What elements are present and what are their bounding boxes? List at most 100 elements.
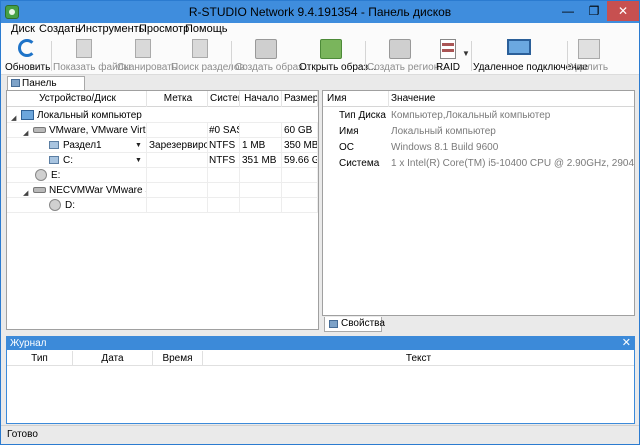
property-row[interactable]: Тип Диска Компьютер,Локальный компьютер	[323, 108, 634, 124]
tree-row[interactable]: ◢ VMware, VMware Virtual... #0 SAS 60 GB	[7, 123, 318, 138]
size-cell	[282, 198, 318, 213]
minimize-button[interactable]: —	[555, 1, 581, 21]
expand-arrow-icon[interactable]: ◢	[23, 186, 28, 197]
column-header-value[interactable]: Значение	[389, 91, 634, 107]
start-cell	[240, 198, 282, 213]
refresh-button[interactable]: Обновить	[5, 38, 50, 74]
search-partitions-icon	[192, 39, 208, 58]
tree-item-label: E:	[51, 170, 61, 181]
open-image-label: Открыть образ...	[299, 62, 377, 73]
toolbar-separator	[231, 41, 232, 71]
menu-disk[interactable]: Диск	[11, 23, 35, 36]
journal-close-icon[interactable]: ✕	[622, 337, 631, 350]
app-window: R-STUDIO Network 9.4.191354 - Панель дис…	[0, 0, 640, 445]
tree-row[interactable]: ◢ NECVMWar VMware SAT...	[7, 183, 318, 198]
property-value: Компьютер,Локальный компьютер	[391, 110, 551, 121]
tab-drives-panel[interactable]: Панель дисков	[7, 76, 85, 102]
menu-help[interactable]: Помощь	[185, 23, 228, 36]
column-header-time[interactable]: Время	[153, 351, 203, 366]
remote-connection-button[interactable]: Удаленное подключение	[473, 38, 588, 74]
column-header-size[interactable]: Размер	[282, 91, 318, 107]
column-header-label[interactable]: Метка	[147, 91, 208, 107]
device-tree-pane[interactable]: Устройство/Диск Метка Система Начало Раз…	[6, 90, 319, 330]
tree-cell-name: Раздел1 ▼	[7, 138, 147, 153]
chevron-down-icon[interactable]: ▼	[135, 153, 142, 167]
column-header-system[interactable]: Система	[208, 91, 240, 107]
title-bar[interactable]: R-STUDIO Network 9.4.191354 - Панель дис…	[1, 1, 639, 23]
raid-dropdown-arrow-icon[interactable]: ▼	[462, 49, 470, 58]
raid-label: RAID	[436, 62, 460, 73]
tree-cell-name: D:	[7, 198, 147, 213]
journal-title: Журнал	[10, 338, 47, 349]
window-title: R-STUDIO Network 9.4.191354 - Панель дис…	[188, 5, 452, 19]
tree-row[interactable]: ◢ Локальный компьютер	[7, 108, 318, 123]
tree-cell-name: E:	[7, 168, 147, 183]
toolbar-separator	[365, 41, 366, 71]
tab-properties[interactable]: Свойства	[324, 317, 385, 332]
toolbar-separator	[471, 41, 472, 71]
label-cell	[147, 168, 208, 183]
show-files-button[interactable]: Показать файлы	[53, 38, 131, 74]
column-header-type[interactable]: Тип	[7, 351, 73, 366]
property-name: Система	[339, 158, 380, 169]
create-region-icon	[389, 39, 411, 59]
label-cell	[147, 123, 208, 138]
toolbar-separator	[51, 41, 52, 71]
tree-cell-name: ◢ Локальный компьютер	[7, 108, 318, 123]
raid-button[interactable]: RAID	[435, 38, 461, 74]
search-partitions-button[interactable]: Поиск разделов	[171, 38, 245, 74]
open-image-button[interactable]: Открыть образ...	[299, 38, 377, 74]
system-cell: NTFS	[208, 153, 240, 168]
status-bar: Готово	[1, 425, 639, 444]
optical-device-icon	[33, 187, 46, 193]
tree-cell-name: C: ▼	[7, 153, 147, 168]
tree-item-label: VMware, VMware Virtual...	[49, 125, 146, 136]
column-header-text[interactable]: Текст	[203, 351, 634, 366]
show-files-label: Показать файлы	[53, 62, 131, 73]
create-image-label: Создать образ...	[235, 62, 312, 73]
toolbar-separator	[567, 41, 568, 71]
tree-item-label: Раздел1	[63, 140, 102, 151]
system-cell: NTFS	[208, 138, 240, 153]
properties-pane[interactable]: Имя Значение Тип Диска Компьютер,Локальн…	[322, 90, 635, 316]
device-table-header: Устройство/Диск Метка Система Начало Раз…	[7, 91, 318, 107]
start-cell: 1 MB	[240, 138, 282, 153]
tree-row[interactable]: C: ▼ NTFS 351 MB 59.66 GB	[7, 153, 318, 168]
create-region-button[interactable]: Создать регион...	[367, 38, 448, 74]
chevron-down-icon[interactable]: ▼	[135, 138, 142, 152]
property-row[interactable]: ОС Windows 8.1 Build 9600	[323, 140, 634, 156]
column-header-start[interactable]: Начало	[240, 91, 282, 107]
create-image-icon	[255, 39, 277, 59]
delete-button[interactable]: Удалить	[569, 38, 609, 74]
property-row[interactable]: Система 1 x Intel(R) Core(TM) i5-10400 C…	[323, 156, 634, 172]
expand-arrow-icon[interactable]: ◢	[23, 126, 28, 137]
document-icon	[76, 39, 92, 58]
create-image-button[interactable]: Создать образ...	[235, 38, 312, 74]
tree-item-label: D:	[65, 200, 75, 211]
properties-header: Имя Значение	[323, 91, 634, 107]
tree-row[interactable]: D:	[7, 198, 318, 213]
tree-row[interactable]: E:	[7, 168, 318, 183]
column-header-device[interactable]: Устройство/Диск	[7, 91, 147, 107]
label-cell	[147, 198, 208, 213]
start-cell: 351 MB	[240, 153, 282, 168]
delete-label: Удалить	[569, 62, 609, 73]
column-header-date[interactable]: Дата	[73, 351, 153, 366]
drives-panel-icon	[11, 79, 20, 87]
maximize-button[interactable]: ❐	[581, 1, 607, 21]
menu-create[interactable]: Создать	[39, 23, 81, 36]
scan-button[interactable]: Сканировать	[117, 38, 177, 74]
size-cell: 60 GB	[282, 123, 318, 138]
journal-title-bar: Журнал ✕	[7, 337, 634, 350]
menu-view[interactable]: Просмотр	[139, 23, 189, 36]
property-row[interactable]: Имя Локальный компьютер	[323, 124, 634, 140]
menu-tools[interactable]: Инструменты	[78, 23, 147, 36]
column-header-name[interactable]: Имя	[323, 91, 389, 107]
tree-row[interactable]: Раздел1 ▼ Зарезервиров... NTFS 1 MB 350 …	[7, 138, 318, 153]
property-name: Тип Диска	[339, 110, 386, 121]
expand-arrow-icon[interactable]: ◢	[11, 111, 16, 122]
scan-icon	[135, 39, 151, 58]
search-partitions-label: Поиск разделов	[171, 62, 245, 73]
close-window-button[interactable]: ✕	[607, 1, 639, 21]
system-cell	[208, 168, 240, 183]
